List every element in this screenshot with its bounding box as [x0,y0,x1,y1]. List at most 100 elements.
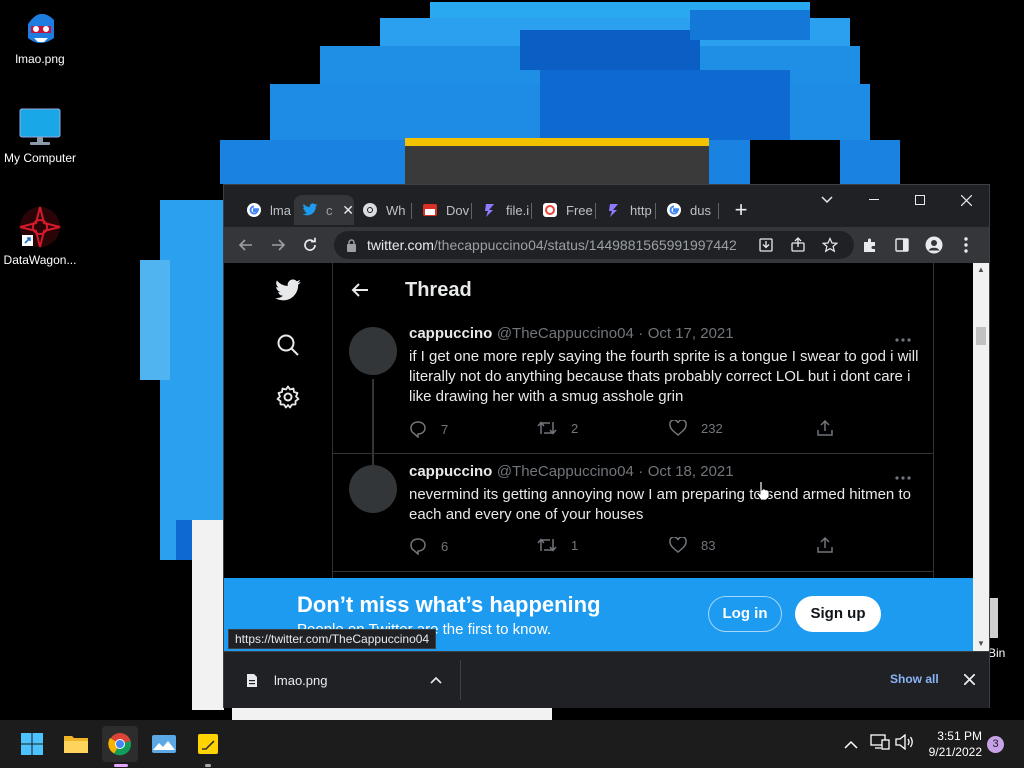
arrow-right-icon [272,239,286,251]
author-handle[interactable]: @TheCappuccino04 [497,463,634,480]
desktop-icon-label: DataWagon... [3,253,77,267]
download-item[interactable]: lmao.png [236,664,458,696]
retweet-button[interactable]: 2 [537,420,578,436]
tweet-date[interactable]: Oct 18, 2021 [648,463,734,480]
tweet[interactable]: cappuccino @TheCappuccino04 · Oct 18, 20… [333,463,933,573]
share-button[interactable] [786,233,810,257]
page-title: Thread [405,279,472,301]
tweet-date[interactable]: Oct 17, 2021 [648,325,734,342]
close-download-shelf-button[interactable] [963,672,976,690]
tab-lmao[interactable]: lma [230,195,292,225]
reply-button[interactable]: 6 [409,537,448,555]
page-scrollbar[interactable]: ▲ ▼ [973,263,989,651]
like-count: 232 [701,420,723,436]
tab-strip: lma c ✕ Wh Dov file.i Free http dus + [224,185,989,227]
like-button[interactable]: 83 [669,537,715,553]
gear-icon [276,385,300,409]
sticky-notes-icon [198,734,218,754]
close-icon [960,194,972,206]
author-name[interactable]: cappuccino [409,463,492,480]
side-panel-button[interactable] [890,233,914,257]
more-options-button[interactable] [895,329,911,347]
scroll-down-arrow[interactable]: ▼ [977,639,985,648]
desktop-icon-datawagon[interactable]: DataWagon... [0,205,80,267]
divider [333,453,933,454]
file-explorer-button[interactable] [58,726,94,762]
menu-button[interactable] [954,233,978,257]
chevron-up-icon[interactable] [430,676,442,684]
back-arrow-button[interactable] [347,277,373,303]
url-path: /thecappuccino04/status/1449881565991997… [433,237,737,253]
bookmark-button[interactable] [818,233,842,257]
forward-button[interactable] [266,233,290,257]
like-button[interactable]: 232 [669,420,723,436]
tab-http[interactable]: http [598,195,654,225]
retweet-button[interactable]: 1 [537,537,578,553]
close-tab-icon[interactable]: ✕ [342,202,354,219]
avatar-icon [925,236,943,254]
scrollbar-thumb[interactable] [976,327,986,345]
extensions-button[interactable] [858,233,882,257]
login-button[interactable]: Log in [708,596,782,632]
close-window-button[interactable] [943,185,989,215]
reply-button[interactable]: 7 [409,420,448,438]
tab-download[interactable]: Dov [414,195,470,225]
chrome-button[interactable] [102,726,138,767]
share-tweet-button[interactable] [817,420,847,436]
volume-button[interactable] [895,733,915,755]
desktop-icon-label: lmao.png [15,52,65,66]
tab-search-button[interactable] [804,185,850,215]
avatar[interactable] [349,465,397,513]
tweet-header: cappuccino @TheCappuccino04 · Oct 17, 20… [409,325,734,342]
store-icon [422,202,438,218]
recycle-bin-label[interactable]: Bin [988,646,1005,660]
retweet-icon [537,538,557,552]
more-options-button[interactable] [895,467,911,485]
star-icon [822,237,838,253]
twitter-logo-link[interactable] [264,267,312,315]
network-button[interactable] [870,734,890,755]
show-all-downloads-link[interactable]: Show all [890,672,939,686]
back-button[interactable] [234,233,258,257]
start-button[interactable] [14,726,50,762]
lock-icon[interactable] [346,238,357,252]
heart-icon [669,420,687,436]
new-tab-button[interactable]: + [730,197,752,223]
tweet[interactable]: cappuccino @TheCappuccino04 · Oct 17, 20… [333,325,933,465]
author-handle[interactable]: @TheCappuccino04 [497,325,634,342]
tab-whatsapp[interactable]: Wh [354,195,410,225]
tab-twitter[interactable]: c ✕ [294,195,354,225]
maximize-button[interactable] [897,185,943,215]
tweet-text: nevermind its getting annoying now I am … [409,486,911,523]
settings-button[interactable] [264,373,312,421]
tab-free[interactable]: Free [534,195,594,225]
show-hidden-icons-button[interactable] [844,736,858,754]
author-name[interactable]: cappuccino [409,325,492,342]
photos-icon [152,735,176,753]
desktop-icon-my-computer[interactable]: My Computer [0,107,80,165]
explore-button[interactable] [264,321,312,369]
avatar[interactable] [349,327,397,375]
datawagon-shortcut-icon [19,206,61,248]
network-icon [870,734,890,750]
tab-file[interactable]: file.i [474,195,530,225]
sticky-notes-button[interactable] [190,726,226,767]
web-page: Thread cappuccino @TheCappuccino04 · Oct… [224,263,973,651]
photos-button[interactable] [146,726,182,762]
close-icon [963,673,976,686]
signup-button[interactable]: Sign up [795,596,881,632]
clock[interactable]: 3:51 PM 9/21/2022 [918,728,982,760]
more-dots-icon [895,476,911,480]
reply-count: 6 [441,538,449,554]
share-tweet-button[interactable] [817,537,847,553]
scroll-up-arrow[interactable]: ▲ [977,265,985,274]
desktop-icon-lmao[interactable]: lmao.png [0,8,80,66]
install-app-button[interactable] [754,233,778,257]
profile-button[interactable] [922,233,946,257]
reload-button[interactable] [298,233,322,257]
tab-dus[interactable]: dus [658,195,716,225]
desktop-icon-label: My Computer [3,151,77,165]
notification-badge[interactable]: 3 [987,736,1004,753]
minimize-button[interactable] [851,185,897,215]
file-explorer-icon [64,736,88,753]
